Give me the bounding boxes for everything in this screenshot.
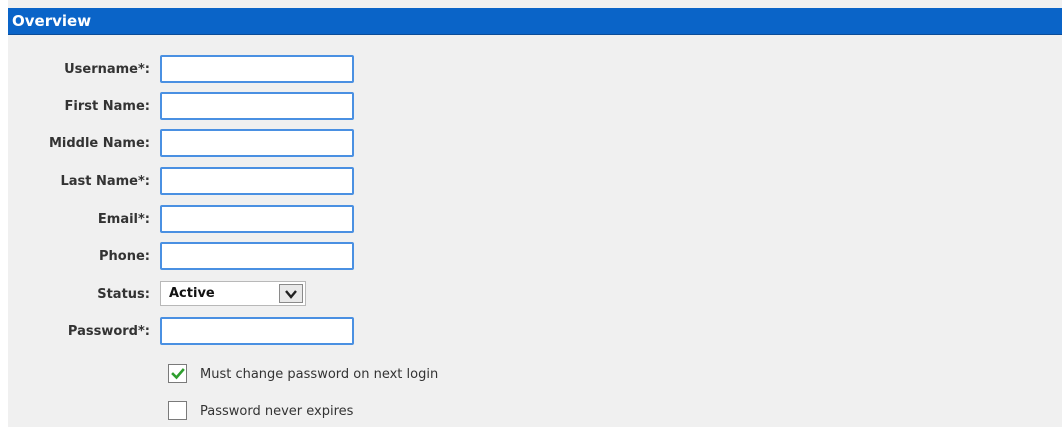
password-field[interactable]	[160, 317, 354, 345]
section-title: Overview	[12, 12, 92, 30]
username-label: Username*:	[64, 62, 150, 77]
password-label: Password*:	[67, 324, 150, 339]
last-name-label: Last Name*:	[60, 174, 150, 189]
status-selected-value: Active	[169, 286, 215, 301]
form-row-status: Status: Active	[8, 280, 1062, 310]
email-field[interactable]	[160, 205, 354, 233]
last-name-field[interactable]	[160, 167, 354, 195]
password-never-expires-checkbox[interactable]	[168, 401, 187, 420]
checkmark-icon	[171, 368, 185, 380]
form-row-email: Email*:	[8, 205, 1062, 235]
first-name-field[interactable]	[160, 92, 354, 120]
middle-name-label: Middle Name:	[48, 136, 150, 151]
overview-panel: Overview Username*: First Name: Middle N…	[8, 0, 1062, 427]
form-row-last-name: Last Name*:	[8, 167, 1062, 197]
status-select[interactable]: Active	[160, 281, 306, 306]
must-change-password-checkbox[interactable]	[168, 364, 187, 383]
password-never-expires-label: Password never expires	[200, 404, 354, 419]
must-change-password-label: Must change password on next login	[200, 367, 439, 382]
section-header: Overview	[8, 8, 1062, 35]
username-field[interactable]	[160, 55, 354, 83]
email-label: Email*:	[97, 212, 150, 227]
status-label: Status:	[97, 287, 150, 302]
form-row-first-name: First Name:	[8, 92, 1062, 122]
form-row-phone: Phone:	[8, 242, 1062, 272]
checkbox-row-must-change-password[interactable]: Must change password on next login	[168, 364, 768, 388]
form-row-username: Username*:	[8, 55, 1062, 85]
phone-field[interactable]	[160, 242, 354, 270]
chevron-down-icon	[285, 290, 297, 299]
first-name-label: First Name:	[64, 99, 150, 114]
status-dropdown-button[interactable]	[279, 284, 303, 303]
form-row-password: Password*:	[8, 317, 1062, 347]
phone-label: Phone:	[99, 249, 150, 264]
form-row-middle-name: Middle Name:	[8, 129, 1062, 159]
checkbox-row-password-never-expires[interactable]: Password never expires	[168, 401, 768, 425]
middle-name-field[interactable]	[160, 129, 354, 157]
